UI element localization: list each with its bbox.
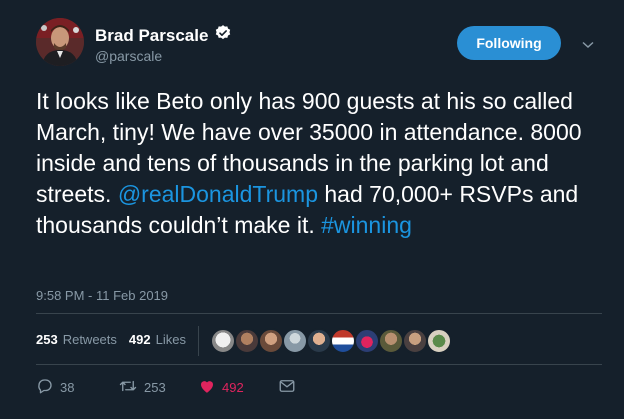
tweet-text: It looks like Beto only has 900 guests a… (36, 86, 606, 241)
heart-icon (198, 377, 216, 398)
liker-avatar[interactable] (282, 328, 308, 354)
profile-photo (36, 18, 84, 66)
avatar[interactable] (36, 18, 84, 66)
tweet-timestamp[interactable]: 9:58 PM - 11 Feb 2019 (36, 288, 168, 303)
retweet-icon (118, 377, 138, 398)
author-handle[interactable]: @parscale (95, 48, 162, 64)
divider (36, 364, 602, 365)
liker-avatar[interactable] (378, 328, 404, 354)
retweet-button[interactable]: 253 (118, 377, 166, 398)
liker-avatars (210, 328, 452, 354)
liker-avatar[interactable] (306, 328, 332, 354)
hashtag-link[interactable]: #winning (321, 212, 412, 238)
author-name[interactable]: Brad Parscale (95, 26, 208, 46)
divider (36, 313, 602, 314)
chevron-down-icon[interactable] (582, 36, 594, 54)
liker-avatar[interactable] (234, 328, 260, 354)
likes-label: Likes (155, 332, 186, 347)
verified-icon (214, 24, 232, 47)
envelope-icon (278, 377, 296, 398)
reply-count: 38 (60, 379, 75, 395)
engagement-stats: 253 Retweets 492 Likes (36, 332, 198, 347)
retweet-count: 253 (144, 379, 166, 395)
mention-link[interactable]: @realDonaldTrump (118, 181, 318, 207)
liker-avatar[interactable] (210, 328, 236, 354)
retweets-stat[interactable]: 253 Retweets (36, 332, 117, 347)
author-name-row[interactable]: Brad Parscale (95, 24, 232, 47)
liker-avatar[interactable] (330, 328, 356, 354)
reply-icon (36, 377, 54, 398)
like-count: 492 (222, 379, 244, 395)
liker-avatar[interactable] (258, 328, 284, 354)
stats-separator (198, 326, 199, 356)
likes-stat[interactable]: 492 Likes (129, 332, 186, 347)
reply-button[interactable]: 38 (36, 377, 74, 398)
tweet-card: Brad Parscale @parscale Following It loo… (0, 0, 624, 419)
retweets-label: Retweets (62, 332, 117, 347)
retweets-count: 253 (36, 332, 58, 347)
liker-avatar[interactable] (354, 328, 380, 354)
liker-avatar[interactable] (402, 328, 428, 354)
following-button[interactable]: Following (457, 26, 561, 60)
like-button[interactable]: 492 (198, 377, 244, 398)
direct-message-button[interactable] (278, 377, 296, 398)
liker-avatar[interactable] (426, 328, 452, 354)
likes-count: 492 (128, 332, 151, 347)
